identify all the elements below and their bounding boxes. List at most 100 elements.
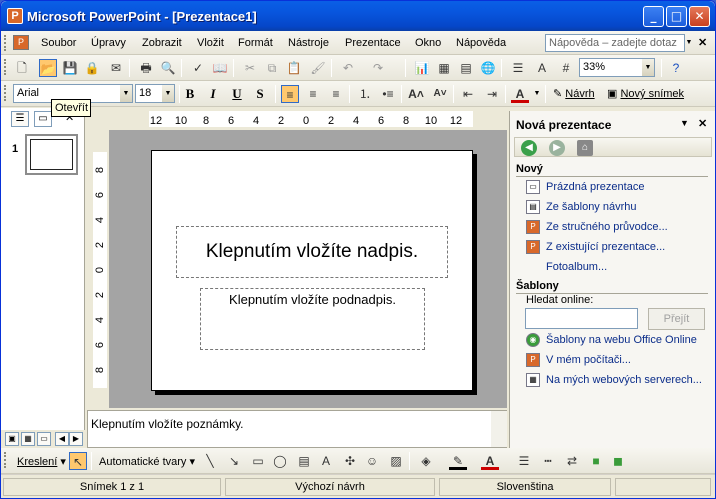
title-placeholder[interactable]: Klepnutím vložíte nadpis. [176, 226, 448, 278]
scroll-right-icon[interactable]: ▶ [69, 432, 83, 446]
expand-all-icon[interactable]: ☰ [509, 59, 527, 77]
font-color-icon[interactable]: A [481, 452, 499, 470]
blank-presentation-link[interactable]: Prázdná prezentace [546, 181, 644, 193]
align-left-icon[interactable]: ≡ [281, 85, 299, 103]
wordart-icon[interactable]: A [317, 452, 335, 470]
chevron-down-icon[interactable]: ▼ [531, 86, 543, 102]
web-servers-link[interactable]: Na mých webových serverech... [546, 374, 702, 386]
research-icon[interactable]: 📖 [211, 59, 229, 77]
scroll-left-icon[interactable]: ◀ [55, 432, 69, 446]
permission-icon[interactable]: 🔒 [83, 59, 101, 77]
menu-okno[interactable]: Okno [415, 37, 441, 49]
underline-button[interactable]: U [228, 85, 246, 103]
normal-view-icon[interactable]: ▣ [5, 432, 19, 446]
subtitle-placeholder[interactable]: Klepnutím vložíte podnadpis. [200, 288, 425, 350]
toolbar-grip[interactable] [4, 35, 7, 51]
existing-presentation-link[interactable]: Z existující prezentace... [546, 241, 665, 253]
forward-icon[interactable]: ▶ [549, 140, 565, 156]
tables-borders-icon[interactable]: ▤ [457, 59, 475, 77]
design-template-link[interactable]: Ze šablony návrhu [546, 201, 637, 213]
increase-font-icon[interactable]: A˄ [407, 85, 425, 103]
search-online-input[interactable] [525, 308, 638, 329]
chevron-down-icon[interactable]: ▼ [642, 59, 654, 76]
undo-icon[interactable]: ↶ [339, 59, 357, 77]
draw-menu[interactable]: Kreslení ▾ [17, 455, 66, 468]
title-bar[interactable]: P Microsoft PowerPoint - [Prezentace1] _… [1, 1, 715, 31]
chevron-down-icon[interactable]: ▼ [162, 85, 174, 102]
email-icon[interactable]: ✉ [107, 59, 125, 77]
line-style-icon[interactable]: ☰ [515, 452, 533, 470]
close-button[interactable]: ✕ [689, 6, 710, 27]
paste-icon[interactable]: 📋 [285, 59, 303, 77]
bold-button[interactable]: B [181, 85, 199, 103]
font-size-select[interactable]: 18 ▼ [135, 84, 175, 103]
close-document-icon[interactable]: ✕ [698, 36, 707, 49]
insert-chart-icon[interactable]: 📊 [413, 59, 431, 77]
numbering-icon[interactable]: ⒈ [356, 85, 374, 103]
print-icon[interactable]: 🖶 [137, 59, 155, 77]
shadow-button[interactable]: S [251, 85, 269, 103]
slide-sorter-icon[interactable]: ▦ [21, 432, 35, 446]
slides-tab[interactable]: ▭ [34, 111, 52, 127]
line-color-icon[interactable]: ✎ [449, 452, 467, 470]
back-icon[interactable]: ◀ [521, 140, 537, 156]
line-icon[interactable]: ╲ [201, 452, 219, 470]
menu-prezentace[interactable]: Prezentace [345, 37, 401, 49]
powerpoint-app-icon[interactable]: P [7, 8, 23, 24]
decrease-font-icon[interactable]: A˅ [431, 85, 449, 103]
my-computer-link[interactable]: V mém počítači... [546, 354, 631, 366]
slide-canvas[interactable]: Klepnutím vložíte nadpis. Klepnutím vlož… [151, 150, 473, 391]
print-preview-icon[interactable]: 🔍 [159, 59, 177, 77]
menu-napoveda[interactable]: Nápověda [456, 37, 506, 49]
new-document-icon[interactable]: 🗋 [13, 59, 31, 77]
bullets-icon[interactable]: •≡ [379, 85, 397, 103]
home-icon[interactable]: ⌂ [577, 140, 593, 156]
shadow-style-icon[interactable]: ■ [587, 452, 605, 470]
menu-format[interactable]: Formát [238, 37, 273, 49]
slide-thumbnail[interactable] [25, 134, 78, 175]
hyperlink-icon[interactable]: 🌐 [479, 59, 497, 77]
decrease-indent-icon[interactable]: ⇤ [459, 85, 477, 103]
increase-indent-icon[interactable]: ⇥ [483, 85, 501, 103]
rectangle-icon[interactable]: ▭ [249, 452, 267, 470]
help-search-input[interactable]: Nápověda – zadejte dotaz [545, 34, 685, 52]
oval-icon[interactable]: ◯ [271, 452, 289, 470]
3d-style-icon[interactable]: ◼ [609, 452, 627, 470]
task-pane-close-icon[interactable]: ✕ [698, 117, 707, 130]
help-dropdown-icon[interactable]: ▼ [683, 35, 695, 51]
new-slide-button[interactable]: ▣ Nový snímek [607, 87, 684, 100]
toolbar-grip[interactable] [4, 85, 7, 101]
photo-album-link[interactable]: Fotoalbum... [546, 261, 607, 273]
textbox-icon[interactable]: ▤ [295, 452, 313, 470]
show-formatting-icon[interactable]: A [533, 59, 551, 77]
open-folder-icon[interactable]: 📂 [39, 59, 57, 77]
select-pointer-icon[interactable]: ↖ [69, 452, 87, 470]
chevron-down-icon[interactable]: ▼ [120, 85, 132, 102]
spelling-icon[interactable]: ✓ [189, 59, 207, 77]
diagram-icon[interactable]: ✣ [341, 452, 359, 470]
grid-icon[interactable]: # [557, 59, 575, 77]
document-icon[interactable]: P [13, 35, 29, 50]
picture-icon[interactable]: ▨ [387, 452, 405, 470]
copy-icon[interactable]: ⧉ [263, 59, 281, 77]
toolbar-grip[interactable] [4, 452, 7, 468]
wizard-link[interactable]: Ze stručného průvodce... [546, 221, 668, 233]
font-color-icon[interactable]: A [511, 85, 529, 103]
go-button[interactable]: Přejít [648, 308, 705, 330]
task-pane-menu-icon[interactable]: ▼ [680, 118, 689, 128]
cut-icon[interactable]: ✂ [241, 59, 259, 77]
dash-style-icon[interactable]: ┅ [539, 452, 557, 470]
minimize-button[interactable]: _ [643, 6, 664, 27]
web-templates-link[interactable]: Šablony na webu Office Online [546, 334, 697, 346]
arrow-icon[interactable]: ↘ [225, 452, 243, 470]
menu-vlozit[interactable]: Vložit [197, 37, 224, 49]
save-icon[interactable]: 💾 [61, 59, 79, 77]
notes-pane[interactable]: Klepnutím vložíte poznámky. [87, 410, 507, 448]
italic-button[interactable]: I [204, 85, 222, 103]
menu-upravy[interactable]: Úpravy [91, 37, 126, 49]
help-icon[interactable]: ? [667, 59, 685, 77]
zoom-select[interactable]: 33% ▼ [579, 58, 655, 77]
toolbar-grip[interactable] [4, 59, 7, 75]
clipart-icon[interactable]: ☺ [363, 452, 381, 470]
slideshow-icon[interactable]: ▭ [37, 432, 51, 446]
